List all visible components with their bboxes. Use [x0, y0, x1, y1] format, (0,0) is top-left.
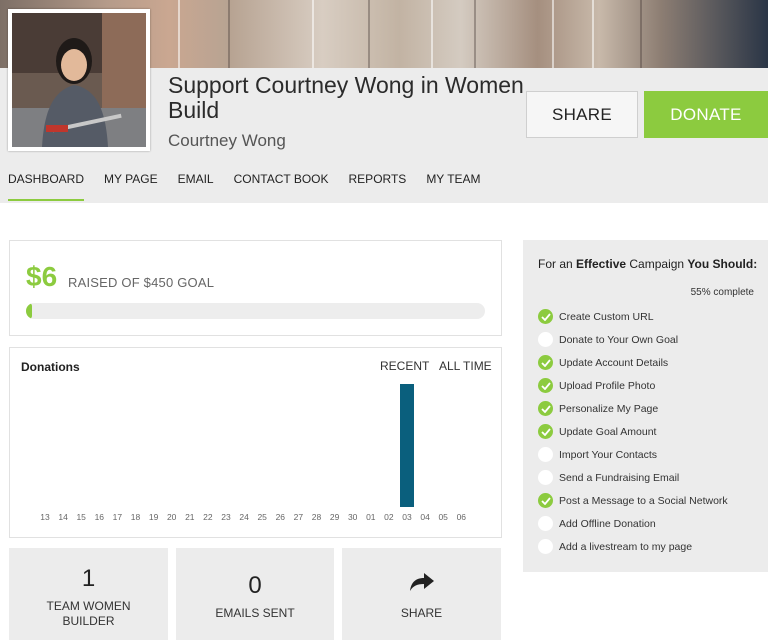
campaign-checklist: For an Effective Campaign You Should: 55… — [523, 240, 768, 572]
x-tick-label: 18 — [131, 512, 141, 522]
x-tick-label: 20 — [167, 512, 177, 522]
empty-circle-icon — [538, 332, 553, 347]
checklist-item-label: Update Goal Amount — [559, 425, 657, 438]
checklist-item[interactable]: Create Custom URL — [538, 305, 763, 328]
share-button[interactable]: SHARE — [526, 91, 638, 138]
tab-my-page[interactable]: MY PAGE — [104, 171, 158, 201]
donations-chart: 13 14 15 16 17 18 19 20 21 22 23 24 25 26 27 28 29 30 01 02… — [40, 384, 467, 522]
check-circle-icon — [538, 309, 553, 324]
x-tick-label: 13 — [40, 512, 50, 522]
tab-reports[interactable]: REPORTS — [349, 171, 407, 201]
x-tick-label: 17 — [113, 512, 123, 522]
x-tick-label: 02 — [384, 512, 394, 522]
check-circle-icon — [538, 493, 553, 508]
x-tick-label: 21 — [185, 512, 195, 522]
checklist-item[interactable]: Upload Profile Photo — [538, 374, 763, 397]
checklist-item[interactable]: Add a livestream to my page — [538, 535, 763, 558]
stat-team[interactable]: 1 TEAM WOMEN BUILDER — [9, 548, 168, 640]
empty-circle-icon — [538, 516, 553, 531]
share-arrow-icon — [342, 572, 501, 592]
checklist-item[interactable]: Update Goal Amount — [538, 420, 763, 443]
dashboard-tabs: DASHBOARD MY PAGE EMAIL CONTACT BOOK REP… — [8, 171, 501, 201]
x-tick-label: 30 — [348, 512, 358, 522]
x-tick-label: 04 — [420, 512, 430, 522]
checklist-item[interactable]: Import Your Contacts — [538, 443, 763, 466]
x-tick-label: 25 — [257, 512, 267, 522]
x-tick-label: 27 — [294, 512, 304, 522]
raised-amount: $6 — [26, 261, 58, 292]
stat-share[interactable]: SHARE — [342, 548, 501, 640]
x-tick-label: 23 — [221, 512, 231, 522]
checklist-item-label: Add a livestream to my page — [559, 540, 693, 553]
checklist-item-label: Add Offline Donation — [559, 517, 656, 530]
checklist-item-label: Post a Message to a Social Network — [559, 494, 728, 507]
checklist-items: Create Custom URL Donate to Your Own Goal… — [538, 305, 763, 558]
checklist-item[interactable]: Personalize My Page — [538, 397, 763, 420]
x-tick-label: 15 — [76, 512, 86, 522]
check-circle-icon — [538, 355, 553, 370]
check-circle-icon — [538, 424, 553, 439]
empty-circle-icon — [538, 470, 553, 485]
goal-progress-bar — [26, 303, 485, 319]
checklist-item-label: Send a Fundraising Email — [559, 471, 680, 484]
x-tick-label: 16 — [95, 512, 105, 522]
goal-progress-fill — [26, 303, 33, 319]
checklist-item[interactable]: Donate to Your Own Goal — [538, 328, 763, 351]
donations-title: Donations — [21, 360, 80, 374]
donations-chart-card: 13 14 15 16 17 18 19 20 21 22 23 24 25 26 27 28 29 30 01 02… — [9, 347, 502, 538]
filter-all-time[interactable]: ALL TIME — [439, 359, 492, 373]
x-tick-label: 01 — [366, 512, 376, 522]
x-tick-label: 24 — [239, 512, 249, 522]
x-tick-label: 29 — [330, 512, 340, 522]
check-circle-icon — [538, 378, 553, 393]
fundraising-progress-card: $6 RAISED OF $450 GOAL — [9, 240, 502, 336]
checklist-item-label: Create Custom URL — [559, 310, 654, 323]
x-tick-label: 14 — [58, 512, 68, 522]
share-label: SHARE — [400, 606, 443, 620]
x-tick-label: 22 — [203, 512, 213, 522]
x-tick-label: 19 — [149, 512, 159, 522]
emails-sent-label: EMAILS SENT — [215, 606, 295, 620]
team-label: TEAM WOMEN BUILDER — [46, 599, 131, 628]
checklist-item-label: Personalize My Page — [559, 402, 659, 415]
profile-photo — [12, 13, 146, 147]
checklist-item-label: Import Your Contacts — [559, 448, 658, 461]
campaign-owner-name: Courtney Wong — [168, 131, 286, 150]
emails-sent-count: 0 — [248, 572, 262, 599]
x-tick-label: 28 — [312, 512, 322, 522]
donation-bar[interactable] — [400, 384, 414, 507]
campaign-title: Support Courtney Wong in Women Build — [168, 72, 524, 123]
x-tick-label: 05 — [438, 512, 448, 522]
checklist-progress-text: 55% complete — [690, 287, 754, 298]
tab-contact-book[interactable]: CONTACT BOOK — [234, 171, 329, 201]
donate-button[interactable]: DONATE — [644, 91, 768, 138]
stat-emails[interactable]: 0 EMAILS SENT — [176, 548, 334, 640]
filter-recent[interactable]: RECENT — [380, 359, 429, 373]
avatar — [8, 9, 150, 151]
tab-my-team[interactable]: MY TEAM — [426, 171, 480, 201]
campaign-header: Support Courtney Wong in Women Build Cou… — [0, 0, 768, 203]
checklist-heading: For an Effective Campaign You Should: — [538, 257, 758, 271]
tab-email[interactable]: EMAIL — [178, 171, 214, 201]
check-circle-icon — [538, 401, 553, 416]
checklist-item[interactable]: Send a Fundraising Email — [538, 466, 763, 489]
checklist-item-label: Upload Profile Photo — [559, 379, 656, 392]
checklist-item[interactable]: Add Offline Donation — [538, 512, 763, 535]
raised-goal-text: RAISED OF $450 GOAL — [68, 275, 215, 290]
x-tick-label: 26 — [276, 512, 286, 522]
checklist-item[interactable]: Post a Message to a Social Network — [538, 489, 763, 512]
empty-circle-icon — [538, 539, 553, 554]
empty-circle-icon — [538, 447, 553, 462]
checklist-item-label: Donate to Your Own Goal — [559, 333, 679, 346]
team-count: 1 — [81, 565, 96, 592]
checklist-item[interactable]: Update Account Details — [538, 351, 763, 374]
x-tick-label: 06 — [457, 512, 467, 522]
tab-dashboard[interactable]: DASHBOARD — [8, 171, 85, 201]
checklist-item-label: Update Account Details — [559, 356, 669, 369]
x-tick-label: 03 — [402, 512, 412, 522]
